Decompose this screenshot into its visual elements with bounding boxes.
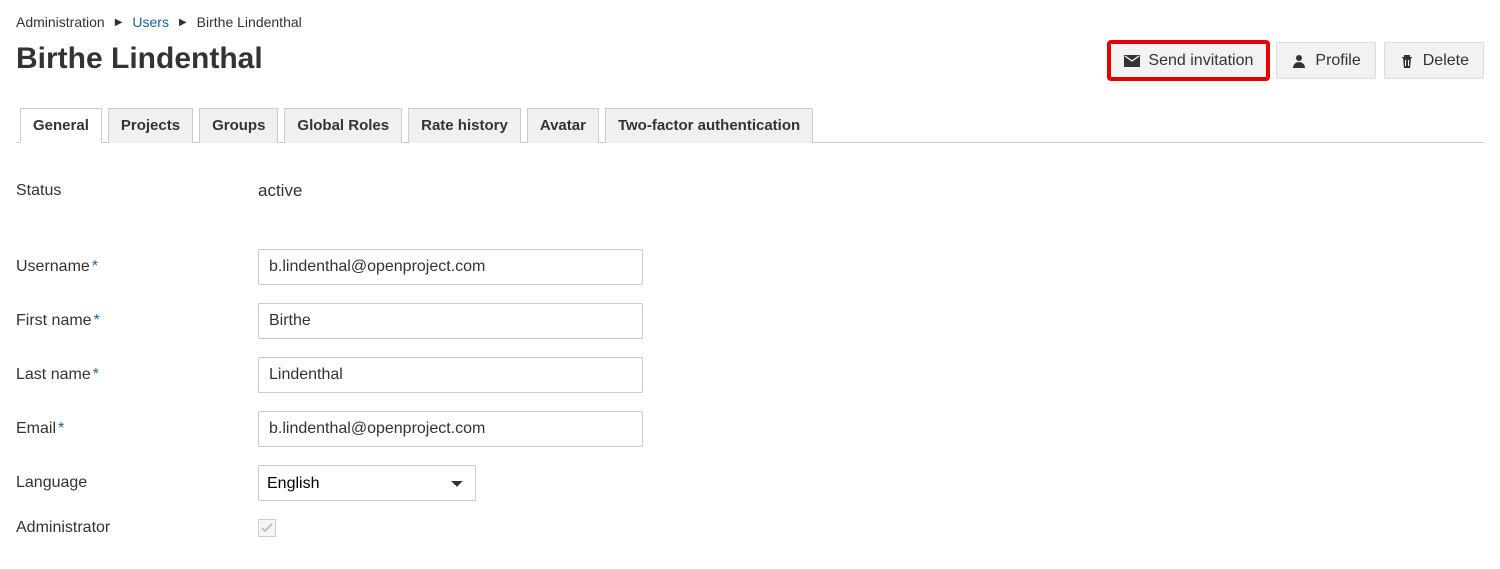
tabs: General Projects Groups Global Roles Rat… — [16, 107, 1484, 143]
status-label: Status — [16, 182, 258, 200]
last-name-field[interactable] — [258, 357, 643, 393]
language-label: Language — [16, 474, 258, 492]
chevron-right-icon: ▶ — [115, 17, 123, 28]
delete-button[interactable]: Delete — [1384, 42, 1484, 79]
tab-global-roles[interactable]: Global Roles — [284, 108, 402, 143]
first-name-field[interactable] — [258, 303, 643, 339]
tab-general[interactable]: General — [20, 108, 102, 143]
person-icon — [1291, 53, 1307, 69]
username-label: Username* — [16, 258, 258, 276]
first-name-label: First name* — [16, 312, 258, 330]
language-row: Language English — [16, 465, 1484, 501]
administrator-row: Administrator — [16, 519, 1484, 537]
mail-icon — [1124, 53, 1140, 69]
breadcrumb-root: Administration — [16, 14, 105, 30]
send-invitation-label: Send invitation — [1148, 51, 1253, 70]
page-title: Birthe Lindenthal — [16, 42, 263, 76]
email-field[interactable] — [258, 411, 643, 447]
language-select[interactable]: English — [258, 465, 476, 501]
email-label: Email* — [16, 420, 258, 438]
status-value: active — [258, 181, 302, 201]
profile-button[interactable]: Profile — [1276, 42, 1375, 79]
administrator-checkbox — [258, 519, 276, 537]
administrator-label: Administrator — [16, 519, 258, 537]
last-name-row: Last name* — [16, 357, 1484, 393]
breadcrumb: Administration ▶ Users ▶ Birthe Lindenth… — [16, 14, 1484, 30]
username-field[interactable] — [258, 249, 643, 285]
profile-label: Profile — [1315, 51, 1360, 70]
email-row: Email* — [16, 411, 1484, 447]
form: Status active Username* First name* Last… — [16, 143, 1484, 537]
tab-two-factor[interactable]: Two-factor authentication — [605, 108, 813, 143]
tab-avatar[interactable]: Avatar — [527, 108, 599, 143]
header-actions: Send invitation Profile Delete — [1109, 42, 1484, 79]
delete-label: Delete — [1423, 51, 1469, 70]
tab-projects[interactable]: Projects — [108, 108, 193, 143]
send-invitation-button[interactable]: Send invitation — [1109, 42, 1268, 79]
last-name-label: Last name* — [16, 366, 258, 384]
breadcrumb-users-link[interactable]: Users — [132, 14, 169, 30]
header: Birthe Lindenthal Send invitation Profil… — [16, 42, 1484, 79]
breadcrumb-current: Birthe Lindenthal — [197, 14, 302, 30]
tab-groups[interactable]: Groups — [199, 108, 278, 143]
tab-rate-history[interactable]: Rate history — [408, 108, 521, 143]
first-name-row: First name* — [16, 303, 1484, 339]
username-row: Username* — [16, 249, 1484, 285]
trash-icon — [1399, 53, 1415, 69]
status-row: Status active — [16, 181, 1484, 201]
chevron-right-icon: ▶ — [179, 17, 187, 28]
